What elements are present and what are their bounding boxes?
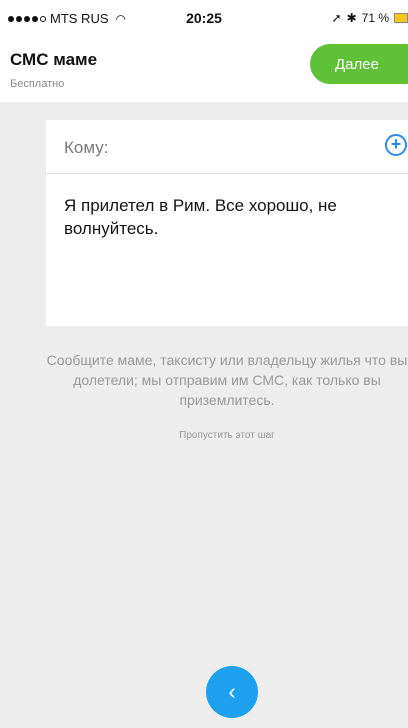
back-icon: ‹ xyxy=(228,679,236,704)
skip-step-link[interactable]: Пропустить этот шаг xyxy=(46,430,408,441)
battery-icon xyxy=(394,13,408,23)
battery-percent: 71 % xyxy=(361,11,389,25)
hint-text: Сообщите маме, таксисту или владельцу жи… xyxy=(46,352,408,408)
location-icon: ➚ xyxy=(331,11,342,25)
recipient-label: Кому: xyxy=(64,138,109,157)
message-input[interactable]: Я прилетел в Рим. Все хорошо, не волнуйт… xyxy=(64,194,394,240)
add-icon[interactable]: + xyxy=(385,134,407,156)
header: СМС маме Бесплатно Далее xyxy=(0,36,408,102)
status-right: ➚ ✱ 71 % xyxy=(332,11,408,25)
next-button[interactable]: Далее xyxy=(310,44,408,84)
status-bar: MTS RUS ◠ 20:25 ➚ ✱ 71 % xyxy=(0,0,408,36)
page-subtitle: Бесплатно xyxy=(10,78,65,90)
back-button[interactable]: ‹ xyxy=(206,666,258,718)
recipient-row[interactable]: Кому: + xyxy=(46,120,408,174)
sms-form-card: Кому: + Я прилетел в Рим. Все хорошо, не… xyxy=(46,120,408,326)
page-title: СМС маме xyxy=(10,50,98,69)
bluetooth-icon: ✱ xyxy=(346,11,357,25)
